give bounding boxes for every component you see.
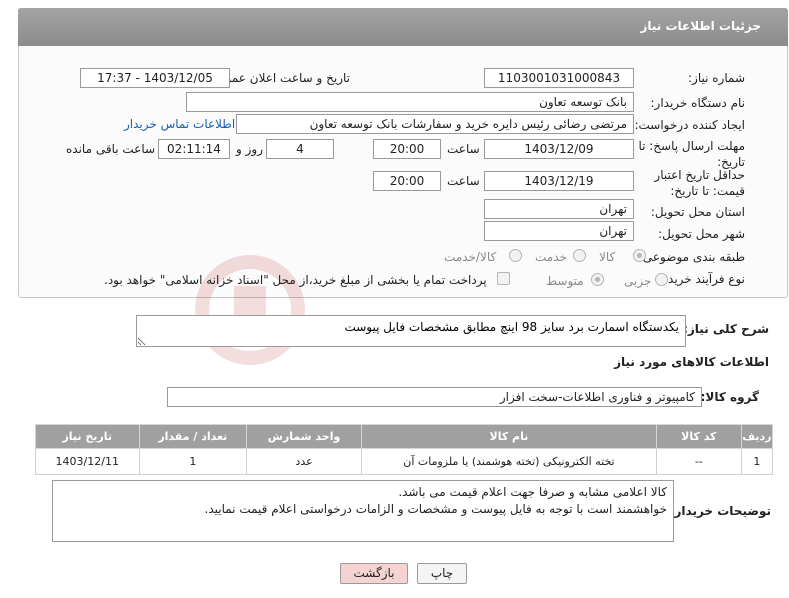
goods-table: ردیف کد کالا نام کالا واحد شمارش تعداد /… — [35, 424, 774, 475]
cell-code: -- — [655, 448, 742, 475]
treasury-payment-checkbox[interactable] — [497, 272, 510, 285]
remaining-time-field: 02:11:14 — [158, 139, 230, 159]
deadline-time-label: ساعت — [447, 142, 480, 156]
process-label: نوع فرآیند خرید : — [660, 272, 745, 286]
category-option-goods: کالا — [599, 250, 616, 264]
col-need-date: تاریخ نیاز — [35, 424, 140, 449]
cell-name: تخته الکترونیکی (تخته هوشمند) یا ملزومات… — [360, 448, 657, 475]
need-number-field: 1103001031000843 — [484, 68, 634, 88]
back-button[interactable]: بازگشت — [340, 563, 408, 584]
city-label: شهر محل تحویل: — [658, 227, 745, 241]
deadline-label: مهلت ارسال پاسخ: تا تاریخ: — [638, 139, 745, 169]
validity-date-field: 1403/12/19 — [484, 171, 634, 191]
buyer-notes-box[interactable]: کالا اعلامی مشابه و صرفا جهت اعلام قیمت … — [52, 480, 674, 542]
col-name: نام کالا — [360, 424, 657, 449]
cell-row: 1 — [740, 448, 774, 475]
cell-unit: عدد — [246, 448, 362, 475]
category-option-service: خدمت — [535, 250, 567, 264]
days-field: 4 — [266, 139, 334, 159]
announce-datetime-field: 1403/12/05 - 17:37 — [80, 68, 230, 88]
category-label: طبقه بندی موضوعی: — [638, 250, 745, 264]
goods-info-title: اطلاعات کالاهای مورد نیاز — [614, 355, 769, 369]
process-option-medium: متوسط — [546, 274, 584, 288]
province-field: تهران — [484, 199, 634, 219]
process-radio-minor[interactable] — [655, 273, 668, 286]
description-textarea[interactable] — [136, 315, 686, 347]
print-button[interactable]: چاپ — [417, 563, 467, 584]
col-row: ردیف — [740, 424, 774, 449]
process-radio-medium[interactable] — [591, 273, 604, 286]
validity-label: حداقل تاریخ اعتبار قیمت: تا تاریخ: — [654, 168, 745, 198]
buyer-contact-link[interactable]: اطلاعات تماس خریدار — [124, 117, 235, 131]
process-option-minor: جزیی — [624, 274, 652, 288]
need-number-label: شماره نیاز: — [688, 71, 745, 85]
category-radio-goods-service[interactable] — [509, 249, 522, 262]
validity-time-field: 20:00 — [373, 171, 441, 191]
panel-title: جزئیات اطلاعات نیاز — [640, 19, 761, 33]
validity-time-label: ساعت — [447, 174, 480, 188]
buyer-org-field: بانک توسعه تعاون — [186, 92, 634, 112]
remaining-label: ساعت باقی مانده — [66, 142, 156, 156]
buyer-notes-label: توضیحات خریدار: — [669, 504, 771, 518]
col-quantity: تعداد / مقدار — [138, 424, 248, 449]
category-option-goods-service: کالا/خدمت — [444, 250, 497, 264]
category-radio-service[interactable] — [573, 249, 586, 262]
deadline-date-field: 1403/12/09 — [484, 139, 634, 159]
buyer-notes-line-1: کالا اعلامی مشابه و صرفا جهت اعلام قیمت … — [398, 485, 667, 499]
buyer-org-label: نام دستگاه خریدار: — [650, 96, 746, 110]
goods-group-label: گروه کالا: — [700, 390, 759, 404]
goods-group-field: کامپیوتر و فناوری اطلاعات-سخت افزار — [167, 387, 702, 407]
creator-label: ایجاد کننده درخواست: — [634, 118, 745, 132]
deadline-time-field: 20:00 — [373, 139, 441, 159]
cell-quantity: 1 — [138, 448, 248, 475]
buyer-notes-line-2: خواهشمند است با توجه به فایل پیوست و مشخ… — [204, 502, 668, 516]
goods-table-header: ردیف کد کالا نام کالا واحد شمارش تعداد /… — [35, 424, 774, 449]
col-code: کد کالا — [655, 424, 742, 449]
cell-need-date: 1403/12/11 — [35, 448, 140, 475]
description-label: شرح کلی نیاز: — [683, 322, 769, 336]
province-label: استان محل تحویل: — [650, 205, 745, 219]
creator-field: مرتضی رضائی رئیس دایره خرید و سفارشات با… — [236, 114, 634, 134]
table-row: 1 -- تخته الکترونیکی (تخته هوشمند) یا مل… — [35, 448, 774, 475]
col-unit: واحد شمارش — [246, 424, 362, 449]
city-field: تهران — [484, 221, 634, 241]
days-label: روز و — [236, 142, 263, 156]
category-radio-goods[interactable] — [633, 249, 646, 262]
treasury-payment-note: پرداخت تمام یا بخشی از مبلغ خرید،از محل … — [104, 273, 487, 287]
